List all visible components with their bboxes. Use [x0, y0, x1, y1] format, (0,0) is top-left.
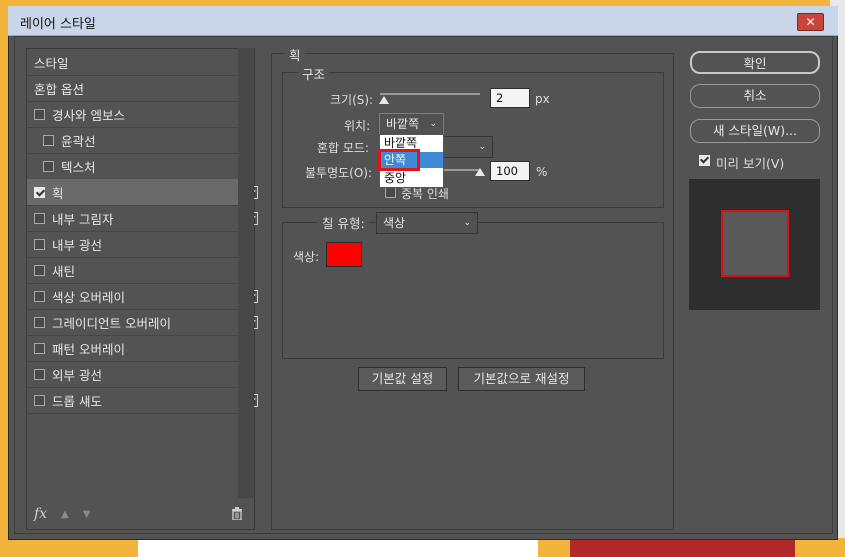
opacity-unit: % [536, 165, 548, 179]
color-swatch[interactable] [326, 242, 362, 267]
style-item-label: 혼합 옵션 [34, 81, 84, 97]
style-item-label: 스타일 [34, 55, 69, 71]
style-item-label: 내부 그림자 [52, 211, 114, 227]
fill-type-select[interactable]: 색상 ⌄ [376, 212, 478, 234]
chevron-down-icon: ⌄ [478, 142, 486, 152]
preview-label: 미리 보기(V) [716, 156, 785, 171]
stroke-section-title: 획 [285, 45, 305, 64]
style-item-6[interactable]: 내부 그림자+ [27, 205, 258, 232]
close-button[interactable]: ✕ [797, 13, 824, 31]
dropdown-option-center[interactable]: 중앙 [380, 170, 443, 186]
fill-type-value: 색상 [383, 216, 406, 230]
style-checkbox[interactable] [34, 342, 45, 354]
style-checkbox[interactable] [34, 316, 45, 328]
size-label: 크기(S): [330, 93, 374, 107]
size-slider-thumb[interactable] [379, 96, 389, 104]
style-item-label: 내부 광선 [52, 237, 102, 253]
new-style-button[interactable]: 새 스타일(W)... [690, 119, 820, 143]
fx-icon[interactable]: fx [34, 506, 47, 522]
opacity-slider-thumb[interactable] [475, 168, 485, 176]
style-item-label: 색상 오버레이 [52, 289, 125, 305]
styles-list-scrollbar[interactable] [238, 48, 254, 498]
dialog-title: 레이어 스타일 [20, 17, 96, 32]
style-item-label: 획 [52, 185, 64, 201]
size-slider-track[interactable] [380, 93, 480, 95]
style-checkbox[interactable] [34, 264, 45, 276]
style-item-7[interactable]: 내부 광선 [27, 231, 245, 258]
position-select[interactable]: 바깥쪽 ⌄ [379, 113, 444, 135]
fill-type-label: 칠 유형: [322, 216, 365, 231]
style-item-5[interactable]: 획+ [27, 179, 258, 206]
style-item-2[interactable]: 경사와 엠보스 [27, 101, 245, 128]
cancel-button[interactable]: 취소 [690, 84, 820, 108]
structure-group-title: 구조 [298, 64, 330, 83]
background-image-scrap [570, 540, 795, 557]
style-checkbox[interactable] [34, 238, 45, 250]
style-item-label: 외부 광선 [52, 367, 102, 383]
style-item-9[interactable]: 색상 오버레이+ [27, 283, 258, 310]
move-up-icon[interactable]: ▲ [61, 509, 69, 520]
style-item-12[interactable]: 외부 광선 [27, 361, 245, 388]
style-checkbox[interactable] [34, 368, 45, 380]
reset-to-default-button[interactable]: 기본값으로 재설정 [458, 367, 585, 391]
background-strip-left [0, 0, 8, 557]
style-checkbox[interactable] [43, 160, 54, 172]
opacity-label: 불투명도(O): [305, 166, 373, 180]
size-unit: px [535, 92, 550, 106]
style-item-4[interactable]: 텍스처 [27, 153, 254, 180]
background-page-scrap [138, 540, 538, 557]
position-select-value: 바깥쪽 [386, 117, 420, 131]
style-item-13[interactable]: 드롭 섀도+ [27, 387, 258, 414]
style-checkbox[interactable] [43, 134, 54, 146]
style-item-0[interactable]: 스타일 [27, 49, 245, 76]
chevron-down-icon: ⌄ [463, 218, 471, 228]
ok-button[interactable]: 확인 [690, 51, 820, 74]
style-item-1[interactable]: 혼합 옵션 [27, 75, 245, 102]
fill-type-row: 칠 유형: [318, 213, 369, 232]
style-checkbox[interactable] [34, 108, 45, 120]
preview-swatch [721, 210, 789, 277]
preview-checkbox[interactable] [699, 154, 710, 166]
style-checkbox[interactable] [34, 290, 45, 302]
opacity-input[interactable]: 100 [490, 161, 530, 181]
color-label: 색상: [293, 250, 320, 264]
style-item-8[interactable]: 새틴 [27, 257, 245, 284]
overprint-checkbox[interactable] [385, 187, 396, 198]
style-checkbox[interactable] [34, 212, 45, 224]
title-bar[interactable] [8, 6, 838, 36]
size-input[interactable]: 2 [490, 88, 530, 108]
style-item-11[interactable]: 패턴 오버레이 [27, 335, 245, 362]
style-item-label: 그레이디언트 오버레이 [52, 315, 171, 331]
highlight-annotation-box [378, 149, 420, 171]
style-item-label: 윤곽선 [61, 133, 96, 149]
style-item-3[interactable]: 윤곽선 [27, 127, 254, 154]
style-checkbox[interactable] [34, 186, 45, 198]
style-item-label: 패턴 오버레이 [52, 341, 125, 357]
move-down-icon[interactable]: ▼ [83, 509, 91, 520]
style-item-label: 텍스처 [61, 159, 96, 175]
chevron-down-icon: ⌄ [429, 119, 437, 129]
trash-icon[interactable] [231, 507, 243, 521]
styles-footer: fx ▲ ▼ [34, 506, 90, 522]
make-default-button[interactable]: 기본값 설정 [358, 367, 447, 391]
style-item-label: 드롭 섀도 [52, 393, 102, 409]
style-item-10[interactable]: 그레이디언트 오버레이+ [27, 309, 258, 336]
style-item-label: 새틴 [52, 263, 76, 279]
styles-list-panel: 스타일혼합 옵션경사와 엠보스윤곽선텍스처획+내부 그림자+ 내부 광선새틴색상 … [26, 48, 258, 530]
blend-mode-label: 혼합 모드: [317, 141, 370, 155]
position-label: 위치: [344, 119, 371, 133]
style-item-label: 경사와 엠보스 [52, 107, 125, 123]
style-checkbox[interactable] [34, 394, 45, 406]
